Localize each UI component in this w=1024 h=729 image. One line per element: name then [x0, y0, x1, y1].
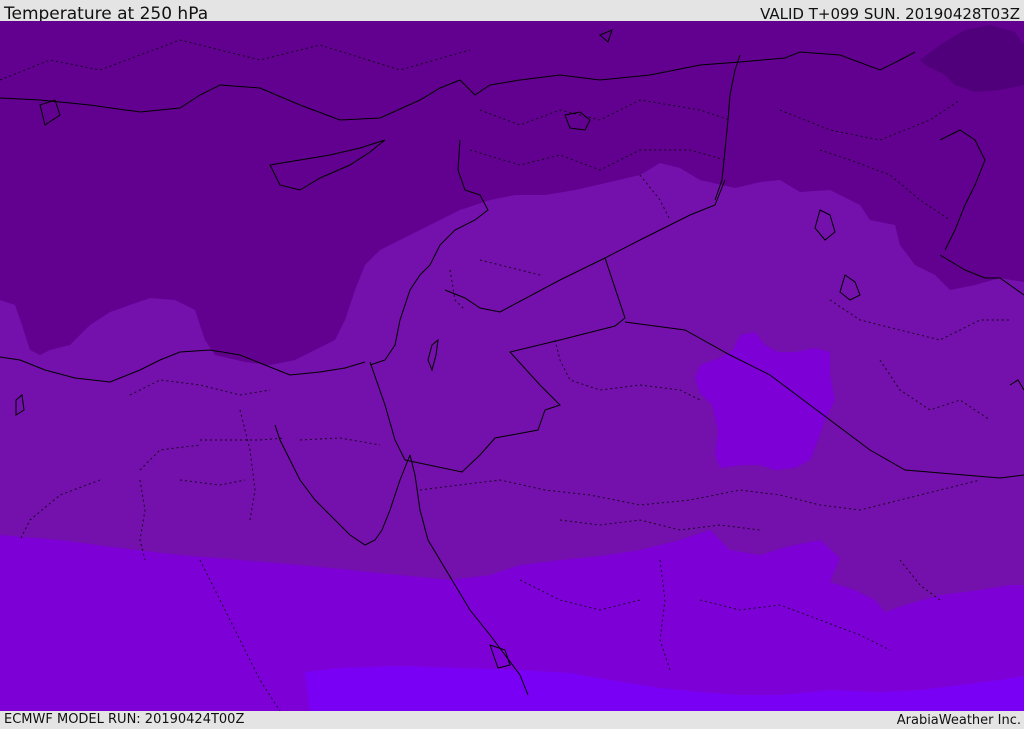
map-canvas	[0, 21, 1024, 711]
footer-bar: ECMWF MODEL RUN: 20190424T00Z ArabiaWeat…	[0, 711, 1024, 729]
weather-map[interactable]	[0, 21, 1024, 711]
header-bar: Temperature at 250 hPa VALID T+099 SUN. …	[0, 0, 1024, 24]
credit-label: ArabiaWeather Inc.	[896, 713, 1021, 728]
model-run-label: ECMWF MODEL RUN: 20190424T00Z	[4, 712, 245, 727]
